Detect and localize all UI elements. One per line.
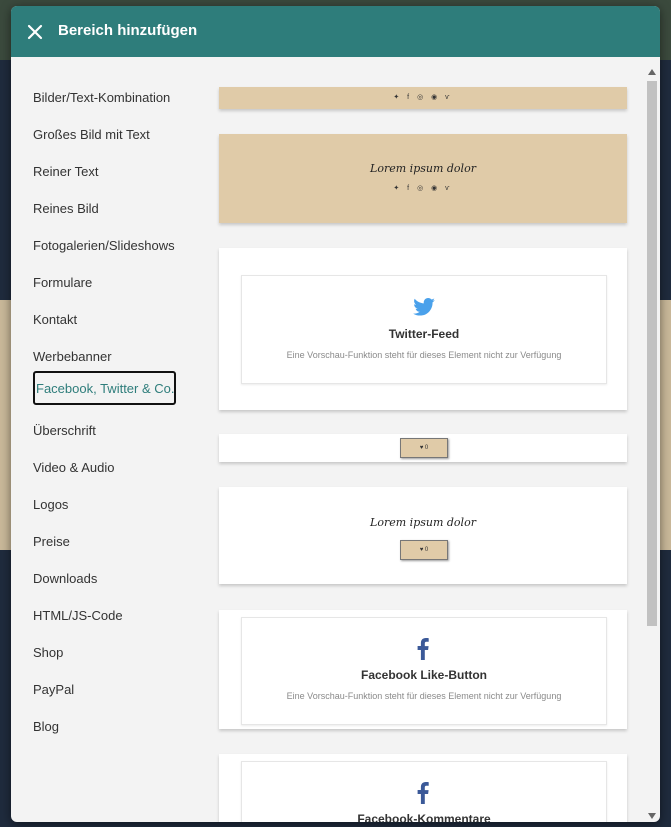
sidebar-item-bilder-text[interactable]: Bilder/Text-Kombination (33, 81, 170, 115)
sidebar-item-facebook-twitter[interactable]: Facebook, Twitter & Co. (33, 371, 176, 405)
sidebar-item-video-audio[interactable]: Video & Audio (33, 451, 114, 485)
sidebar-item-logos[interactable]: Logos (33, 488, 68, 522)
sidebar-item-reiner-text[interactable]: Reiner Text (33, 155, 99, 189)
twitter-feed-desc: Eine Vorschau-Funktion steht für dieses … (286, 350, 562, 360)
scroll-up-icon[interactable] (648, 69, 656, 75)
modal-header: Bereich hinzufügen (11, 6, 660, 57)
scroll-down-icon[interactable] (648, 813, 656, 819)
preview-facebook-like[interactable]: Facebook Like-Button Eine Vorschau-Funkt… (219, 610, 627, 729)
facebook-like-desc: Eine Vorschau-Funktion steht für dieses … (286, 691, 562, 701)
section-preview-list: ✦ f ◎ ◉ ѵ Lorem ipsum dolor ✦ f ◎ ◉ ѵ Tw… (218, 57, 660, 822)
lorem-text: Lorem ipsum dolor (370, 162, 476, 175)
category-sidebar: Bilder/Text-Kombination Großes Bild mit … (11, 57, 211, 822)
facebook-comments-box: Facebook-Kommentare (241, 761, 607, 822)
sidebar-item-formulare[interactable]: Formulare (33, 266, 92, 300)
sidebar-item-fotogalerien[interactable]: Fotogalerien/Slideshows (33, 229, 175, 263)
preview-twitter-feed[interactable]: Twitter-Feed Eine Vorschau-Funktion steh… (219, 248, 627, 410)
facebook-comments-title: Facebook-Kommentare (357, 812, 491, 822)
preview-social-text-button[interactable]: Lorem ipsum dolor ♥ 0 (219, 487, 627, 584)
sidebar-item-paypal[interactable]: PayPal (33, 673, 74, 707)
share-mini-button: ♥ 0 (400, 540, 448, 560)
facebook-like-box: Facebook Like-Button Eine Vorschau-Funkt… (241, 617, 607, 725)
sidebar-item-kontakt[interactable]: Kontakt (33, 303, 77, 337)
twitter-feed-title: Twitter-Feed (388, 327, 460, 341)
preview-facebook-comments[interactable]: Facebook-Kommentare (219, 754, 627, 822)
sidebar-item-downloads[interactable]: Downloads (33, 562, 97, 596)
sidebar-item-reines-bild[interactable]: Reines Bild (33, 192, 99, 226)
sidebar-item-shop[interactable]: Shop (33, 636, 63, 670)
facebook-icon (417, 638, 429, 660)
preview-social-icons-bar[interactable]: ✦ f ◎ ◉ ѵ (219, 87, 627, 109)
facebook-like-title: Facebook Like-Button (360, 668, 487, 682)
sidebar-item-html-js[interactable]: HTML/JS-Code (33, 599, 123, 633)
twitter-bird-icon (413, 298, 435, 316)
scrollbar[interactable] (645, 67, 658, 822)
add-section-modal: Bereich hinzufügen Bilder/Text-Kombinati… (11, 6, 660, 822)
modal-title: Bereich hinzufügen (58, 22, 198, 39)
sidebar-item-werbebanner[interactable]: Werbebanner (33, 340, 112, 374)
sidebar-item-grosses-bild[interactable]: Großes Bild mit Text (33, 118, 150, 152)
preview-social-text-tan[interactable]: Lorem ipsum dolor ✦ f ◎ ◉ ѵ (219, 134, 627, 223)
facebook-icon (417, 782, 429, 804)
sidebar-item-blog[interactable]: Blog (33, 710, 59, 744)
sidebar-item-ueberschrift[interactable]: Überschrift (33, 414, 96, 448)
twitter-feed-box: Twitter-Feed Eine Vorschau-Funktion steh… (241, 275, 607, 384)
scrollbar-thumb[interactable] (647, 81, 657, 626)
sidebar-item-preise[interactable]: Preise (33, 525, 70, 559)
preview-share-button-strip[interactable]: ♥ 0 (219, 434, 627, 462)
social-icons: ✦ f ◎ ◉ ѵ (393, 94, 453, 101)
close-icon[interactable] (25, 22, 45, 42)
share-mini-button: ♥ 0 (400, 438, 448, 458)
lorem-text: Lorem ipsum dolor (370, 516, 476, 529)
social-icons: ✦ f ◎ ◉ ѵ (393, 185, 453, 192)
